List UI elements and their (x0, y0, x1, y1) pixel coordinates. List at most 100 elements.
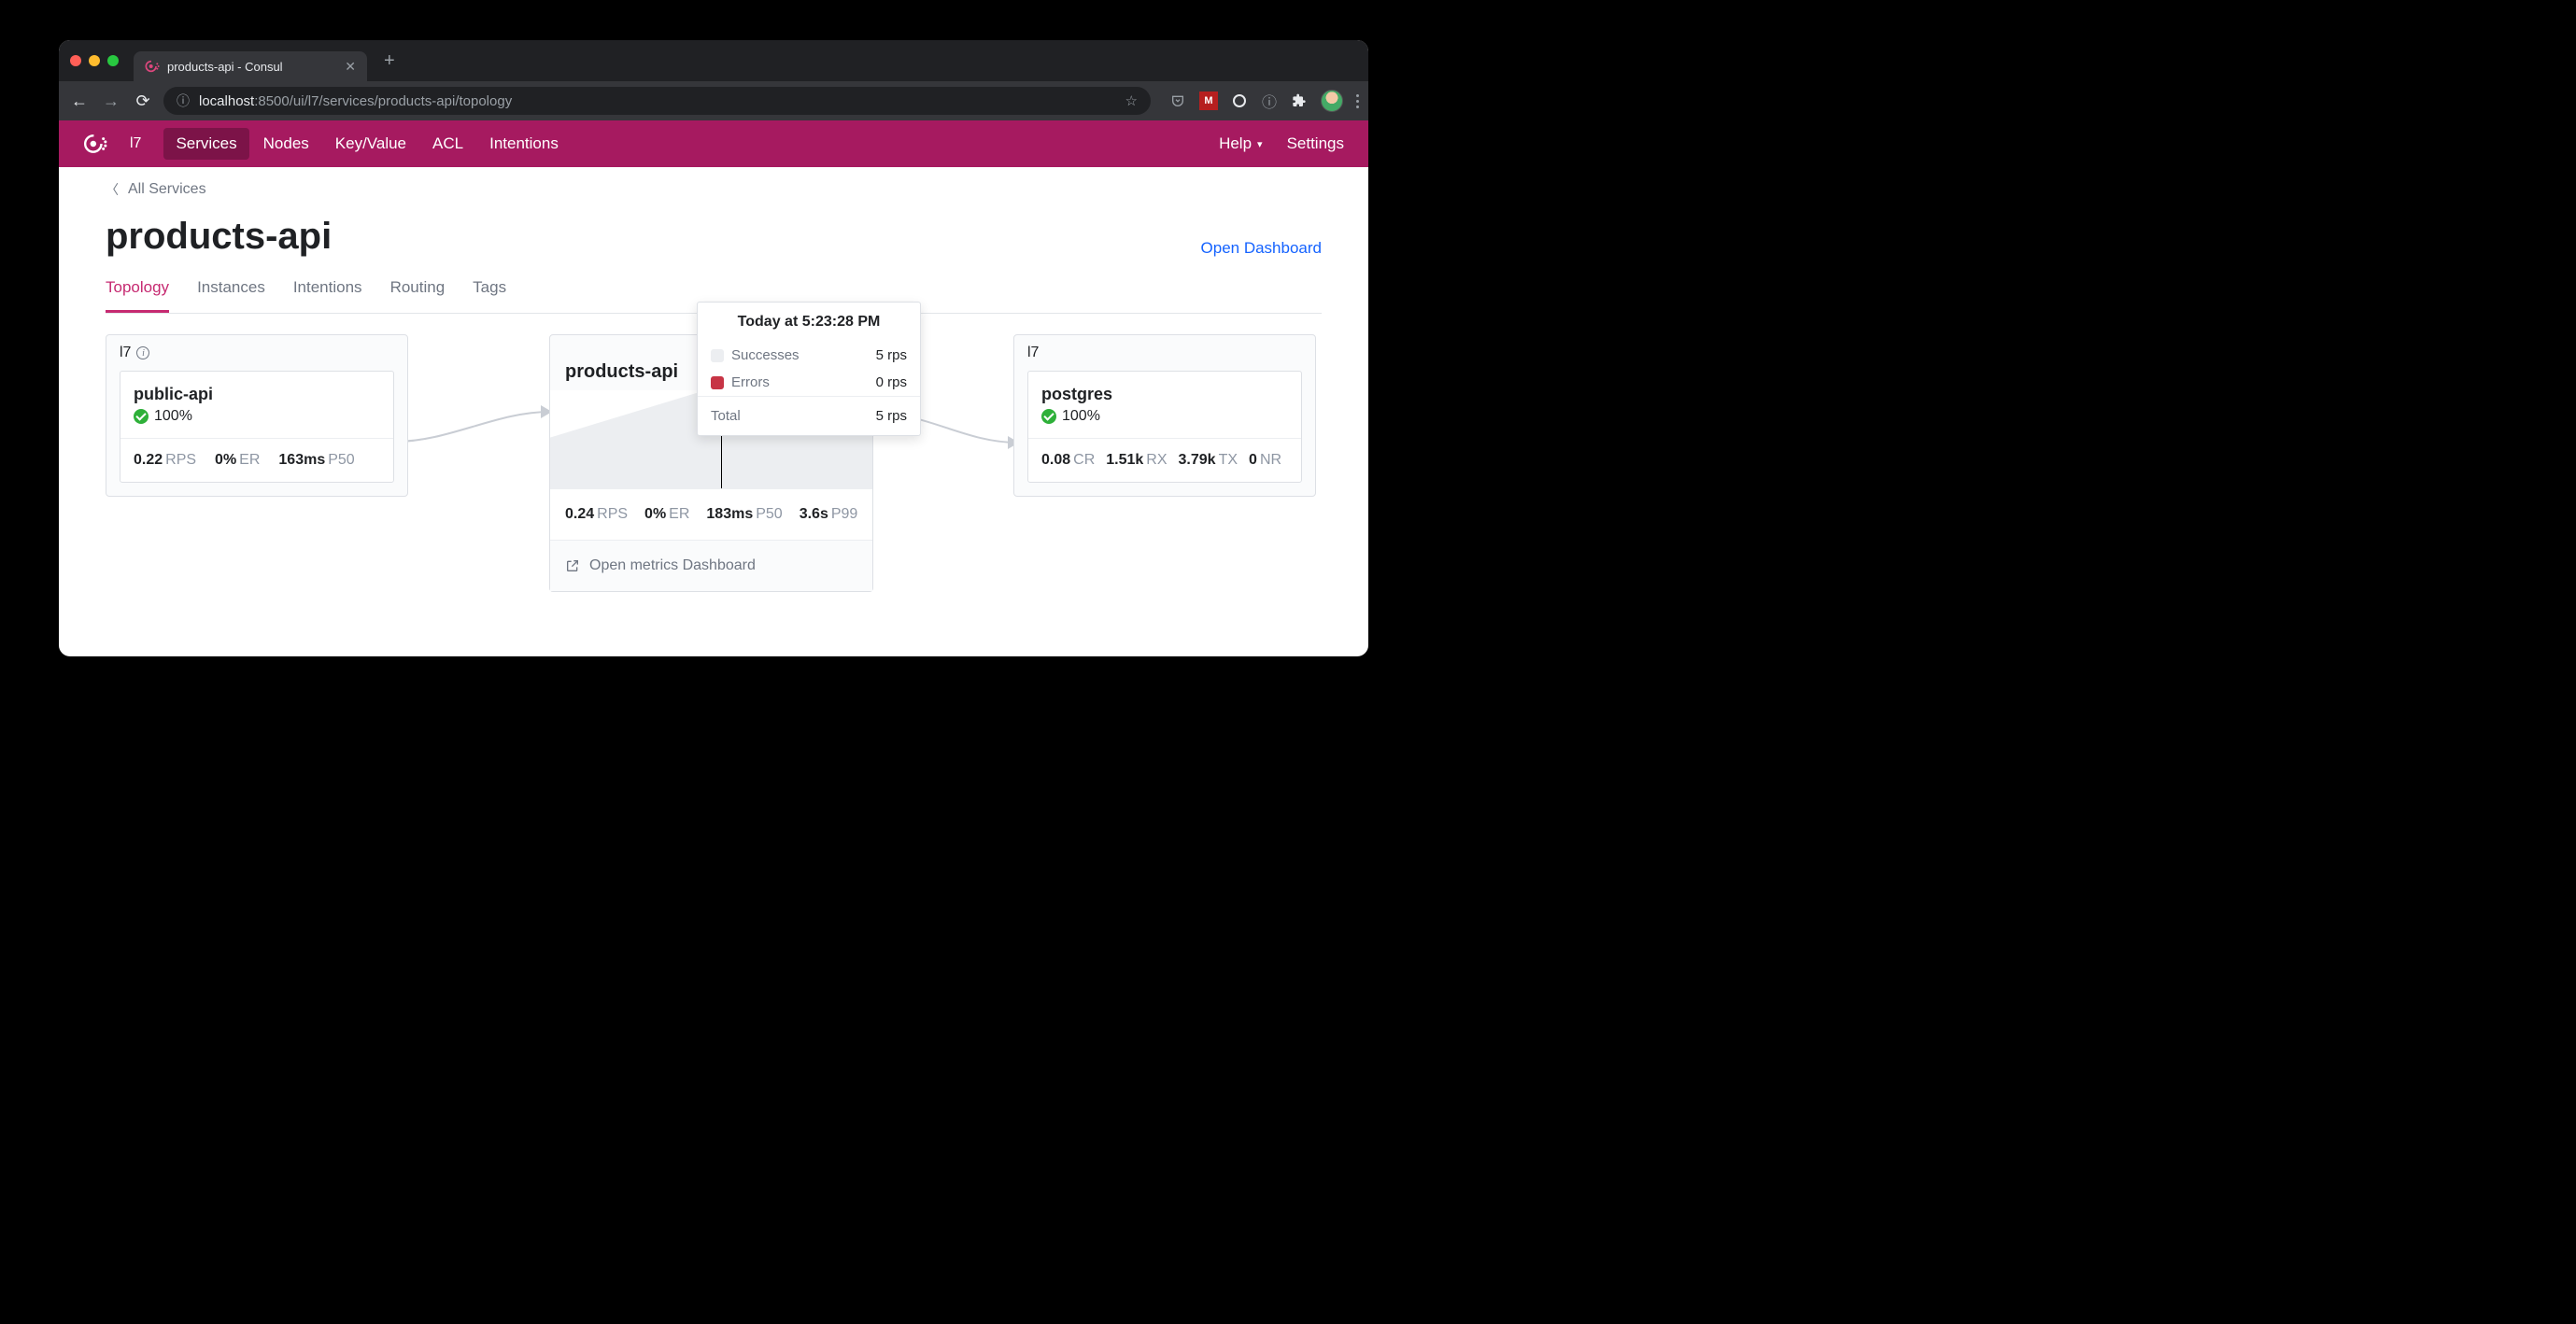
mendeley-icon[interactable]: M (1199, 92, 1218, 110)
new-tab-button[interactable]: + (376, 47, 403, 76)
consul-favicon-icon (145, 59, 160, 74)
info-icon[interactable]: i (136, 346, 149, 359)
reload-button[interactable]: ⟳ (132, 92, 154, 111)
url-field[interactable]: ⓘ localhost:8500/ui/l7/services/products… (163, 87, 1151, 115)
toolbar-right: M ⓘ (1169, 90, 1359, 112)
chevron-left-icon: 〈 (106, 180, 119, 199)
browser-tab[interactable]: products-api - Consul ✕ (134, 51, 367, 81)
nav-services[interactable]: Services (163, 128, 248, 160)
stat-value: 3.6s (800, 506, 828, 522)
address-bar: ← → ⟳ ⓘ localhost:8500/ui/l7/services/pr… (59, 81, 1368, 120)
help-label: Help (1219, 134, 1252, 153)
close-window-icon[interactable] (70, 55, 81, 66)
connector-left (393, 386, 557, 451)
error-swatch-icon (711, 376, 724, 389)
minimize-window-icon[interactable] (89, 55, 100, 66)
consul-logo-icon[interactable] (83, 132, 107, 156)
stat-label: P50 (756, 506, 782, 522)
topology-canvas: l7 i public-api 100% 0.22RPS 0%ER 163msP… (106, 334, 1322, 642)
maximize-window-icon[interactable] (107, 55, 119, 66)
upstream-service-name: public-api (120, 372, 393, 408)
health-check-icon (1041, 409, 1056, 424)
stat-label: RX (1146, 452, 1167, 468)
info-icon[interactable]: ⓘ (1261, 92, 1278, 109)
nav-acl[interactable]: ACL (420, 128, 475, 160)
stat-value: 0.22 (134, 452, 163, 468)
stat-label: RPS (165, 452, 196, 468)
page-title: products-api (106, 216, 332, 258)
downstream-card: l7 postgres 100% 0.08CR 1.51kRX 3.79kTX … (1013, 334, 1316, 497)
open-metrics-link[interactable]: Open metrics Dashboard (550, 541, 872, 591)
stat-label: P50 (328, 452, 354, 468)
upstream-card: l7 i public-api 100% 0.22RPS 0%ER 163msP… (106, 334, 408, 497)
upstream-service[interactable]: public-api 100% 0.22RPS 0%ER 163msP50 (120, 371, 394, 483)
stat-value: 163ms (278, 452, 325, 468)
tooltip-total-value: 5 rps (876, 408, 907, 424)
site-info-icon[interactable]: ⓘ (177, 92, 190, 110)
stat-value: 0% (215, 452, 236, 468)
tab-tags[interactable]: Tags (473, 278, 506, 313)
tab-title: products-api - Consul (167, 60, 283, 74)
profile-avatar[interactable] (1321, 90, 1343, 112)
stat-value: 0.08 (1041, 452, 1070, 468)
url-host: localhost (199, 93, 254, 109)
nav-nodes[interactable]: Nodes (251, 128, 321, 160)
tooltip-title: Today at 5:23:28 PM (698, 303, 920, 342)
downstream-service[interactable]: postgres 100% 0.08CR 1.51kRX 3.79kTX 0NR (1027, 371, 1302, 483)
tooltip-row-value: 0 rps (876, 374, 907, 390)
stat-label: NR (1260, 452, 1281, 468)
success-swatch-icon (711, 349, 724, 362)
tab-routing[interactable]: Routing (390, 278, 446, 313)
app-header: l7 Services Nodes Key/Value ACL Intentio… (59, 120, 1368, 167)
forward-button[interactable]: → (100, 92, 122, 111)
stat-label: ER (239, 452, 260, 468)
stat-value: 1.51k (1106, 452, 1143, 468)
stat-label: RPS (597, 506, 628, 522)
tab-instances[interactable]: Instances (197, 278, 265, 313)
tooltip-row-label: Errors (731, 374, 770, 390)
chevron-down-icon: ▾ (1257, 138, 1263, 150)
stat-value: 0.24 (565, 506, 594, 522)
nav-intentions[interactable]: Intentions (477, 128, 571, 160)
tooltip-row-label: Successes (731, 347, 800, 363)
page-body: 〈 All Services products-api Open Dashboa… (59, 167, 1368, 642)
back-button[interactable]: ← (68, 92, 91, 111)
external-link-icon (565, 558, 580, 573)
pocket-icon[interactable] (1169, 92, 1186, 109)
open-metrics-label: Open metrics Dashboard (589, 557, 756, 574)
browser-window: products-api - Consul ✕ + ← → ⟳ ⓘ localh… (59, 40, 1368, 656)
tooltip-row-value: 5 rps (876, 347, 907, 363)
window-controls (70, 55, 119, 66)
stat-value: 3.79k (1179, 452, 1216, 468)
browser-menu-icon[interactable] (1356, 94, 1359, 108)
downstream-service-name: postgres (1028, 372, 1301, 408)
extension-circle-icon[interactable] (1231, 92, 1248, 109)
datacenter-label[interactable]: l7 (130, 135, 141, 152)
breadcrumb-label: All Services (128, 181, 206, 198)
settings-link[interactable]: Settings (1287, 134, 1344, 153)
chart-tooltip: Today at 5:23:28 PM Successes 5 rps Erro… (697, 302, 921, 436)
tab-bar: products-api - Consul ✕ + (59, 40, 1368, 81)
tab-intentions[interactable]: Intentions (293, 278, 362, 313)
help-menu[interactable]: Help ▾ (1219, 134, 1263, 153)
open-dashboard-link[interactable]: Open Dashboard (1201, 239, 1322, 258)
stat-label: CR (1073, 452, 1095, 468)
breadcrumb[interactable]: 〈 All Services (106, 180, 1322, 199)
downstream-dc: l7 (1027, 345, 1039, 361)
primary-nav: Services Nodes Key/Value ACL Intentions (163, 128, 570, 160)
upstream-health: 100% (154, 408, 192, 425)
health-check-icon (134, 409, 149, 424)
stat-label: TX (1219, 452, 1238, 468)
tooltip-total-label: Total (711, 408, 741, 424)
tab-topology[interactable]: Topology (106, 278, 169, 313)
downstream-health: 100% (1062, 408, 1100, 425)
extensions-icon[interactable] (1291, 92, 1308, 109)
bookmark-icon[interactable]: ☆ (1125, 92, 1138, 109)
upstream-dc: l7 (120, 345, 131, 361)
stat-value: 0% (644, 506, 666, 522)
stat-label: P99 (831, 506, 857, 522)
url-path: :8500/ui/l7/services/products-api/topolo… (254, 93, 512, 109)
close-tab-icon[interactable]: ✕ (345, 59, 356, 75)
nav-keyvalue[interactable]: Key/Value (323, 128, 418, 160)
stat-value: 0 (1249, 452, 1257, 468)
